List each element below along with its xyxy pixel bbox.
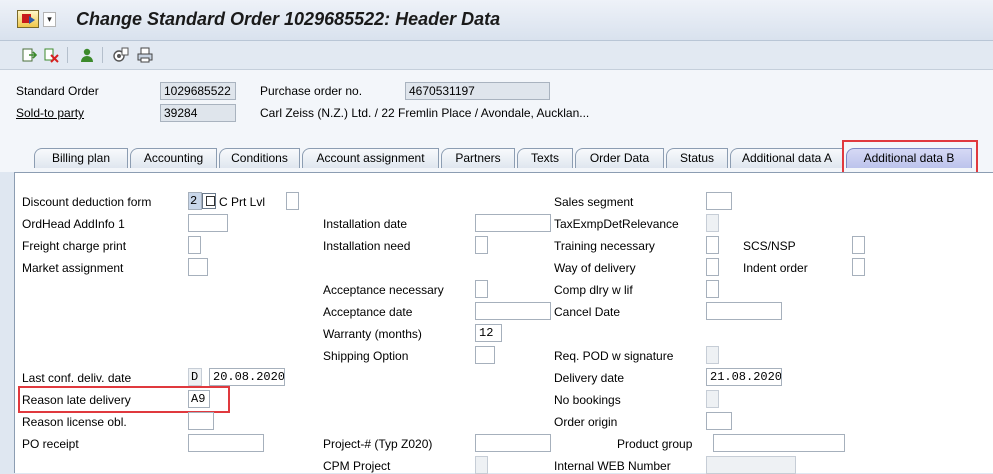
- purchase-order-field: 4670531197: [405, 82, 550, 100]
- indent-order-field[interactable]: [852, 258, 865, 276]
- market-assignment-field[interactable]: [188, 258, 208, 276]
- installation-date-field[interactable]: [475, 214, 551, 232]
- internal-web-number-field: [706, 456, 796, 474]
- sold-to-party-icon[interactable]: [79, 47, 95, 63]
- cancel-date-label: Cancel Date: [554, 305, 621, 319]
- no-bookings-label: No bookings: [554, 393, 621, 407]
- project-typ-label: Project-# (Typ Z020): [323, 437, 433, 451]
- standard-order-field: 1029685522: [160, 82, 236, 100]
- sold-to-party-address: Carl Zeiss (N.Z.) Ltd. / 22 Fremlin Plac…: [260, 106, 590, 120]
- freight-charge-print-field[interactable]: [188, 236, 201, 254]
- way-of-delivery-label: Way of delivery: [554, 261, 636, 275]
- no-bookings-field: [706, 390, 719, 408]
- discount-deduction-form-label: Discount deduction form: [22, 195, 152, 209]
- sap-menu-icon[interactable]: [17, 10, 39, 28]
- shipping-option-field[interactable]: [475, 346, 495, 364]
- sold-to-party-field: 39284: [160, 104, 236, 122]
- po-receipt-label: PO receipt: [22, 437, 79, 451]
- shipping-option-label: Shipping Option: [323, 349, 409, 363]
- warranty-months-label: Warranty (months): [323, 327, 422, 341]
- scs-nsp-label: SCS/NSP: [743, 239, 796, 253]
- delivery-date-field[interactable]: 21.08.2020: [706, 368, 782, 386]
- comp-dlry-label: Comp dlry w lif: [554, 283, 633, 297]
- discount-deduction-form-field[interactable]: 2: [188, 192, 202, 210]
- tab-texts[interactable]: Texts: [517, 148, 573, 168]
- sales-segment-label: Sales segment: [554, 195, 634, 209]
- reason-license-obl-label: Reason license obl.: [22, 415, 127, 429]
- delivery-date-label: Delivery date: [554, 371, 625, 385]
- order-origin-field[interactable]: [706, 412, 732, 430]
- warranty-months-field[interactable]: 12: [475, 324, 502, 342]
- acceptance-date-label: Acceptance date: [323, 305, 413, 319]
- sold-to-party-link[interactable]: Sold-to party: [16, 105, 84, 121]
- application-toolbar: [0, 41, 993, 70]
- acceptance-necessary-label: Acceptance necessary: [323, 283, 444, 297]
- market-assignment-label: Market assignment: [22, 261, 124, 275]
- tab-partners[interactable]: Partners: [441, 148, 515, 168]
- ordhead-addinfo-label: OrdHead AddInfo 1: [22, 217, 125, 231]
- value-help-icon[interactable]: [202, 193, 216, 209]
- order-origin-label: Order origin: [554, 415, 618, 429]
- title-bar: ▾ Change Standard Order 1029685522: Head…: [0, 0, 993, 41]
- toolbar-separator: [102, 47, 103, 63]
- installation-date-label: Installation date: [323, 217, 408, 231]
- ordhead-addinfo-field[interactable]: [188, 214, 228, 232]
- purchase-order-label: Purchase order no.: [260, 84, 363, 98]
- last-conf-deliv-date-label: Last conf. deliv. date: [22, 371, 132, 385]
- document-flow-icon[interactable]: [113, 47, 129, 63]
- c-prt-lvl-field[interactable]: [286, 192, 299, 210]
- standard-order-label: Standard Order: [16, 84, 99, 98]
- product-group-label: Product group: [617, 437, 693, 451]
- last-conf-deliv-date-type-field: D: [188, 368, 202, 386]
- indent-order-label: Indent order: [743, 261, 808, 275]
- tab-status[interactable]: Status: [666, 148, 728, 168]
- project-typ-field[interactable]: [475, 434, 551, 452]
- installation-need-field[interactable]: [475, 236, 488, 254]
- way-of-delivery-field[interactable]: [706, 258, 719, 276]
- installation-need-label: Installation need: [323, 239, 411, 253]
- tab-account-assignment[interactable]: Account assignment: [302, 148, 439, 168]
- order-header: Standard Order 1029685522 Purchase order…: [0, 70, 993, 140]
- tax-exmp-label: TaxExmpDetRelevance: [554, 217, 679, 231]
- acceptance-necessary-field[interactable]: [475, 280, 488, 298]
- freight-charge-print-label: Freight charge print: [22, 239, 127, 253]
- scs-nsp-field[interactable]: [852, 236, 865, 254]
- tab-accounting[interactable]: Accounting: [130, 148, 217, 168]
- tab-conditions[interactable]: Conditions: [219, 148, 300, 168]
- product-group-field[interactable]: [713, 434, 845, 452]
- chevron-down-icon[interactable]: ▾: [43, 12, 56, 27]
- cancel-date-field[interactable]: [706, 302, 782, 320]
- print-icon[interactable]: [137, 47, 153, 63]
- sales-segment-field[interactable]: [706, 192, 732, 210]
- reason-late-delivery-highlight: [18, 386, 230, 413]
- last-conf-deliv-date-field[interactable]: 20.08.2020: [209, 368, 285, 386]
- training-necessary-field[interactable]: [706, 236, 719, 254]
- tab-order-data[interactable]: Order Data: [575, 148, 664, 168]
- acceptance-date-field[interactable]: [475, 302, 551, 320]
- training-necessary-label: Training necessary: [554, 239, 655, 253]
- reason-license-obl-field[interactable]: [188, 412, 214, 430]
- display-other-order-icon[interactable]: [21, 47, 37, 63]
- comp-dlry-field[interactable]: [706, 280, 719, 298]
- cpm-project-field: [475, 456, 488, 474]
- req-pod-field: [706, 346, 719, 364]
- req-pod-label: Req. POD w signature: [554, 349, 674, 363]
- tab-additional-data-a[interactable]: Additional data A: [730, 148, 844, 168]
- po-receipt-field[interactable]: [188, 434, 264, 452]
- c-prt-lvl-label: C Prt Lvl: [219, 195, 266, 209]
- tab-strip: Billing plan Accounting Conditions Accou…: [0, 140, 993, 183]
- toolbar-separator: [67, 47, 68, 63]
- window-title: Change Standard Order 1029685522: Header…: [76, 9, 501, 29]
- tax-exmp-field: [706, 214, 719, 232]
- tab-billing-plan[interactable]: Billing plan: [34, 148, 128, 168]
- delete-icon[interactable]: [43, 47, 59, 63]
